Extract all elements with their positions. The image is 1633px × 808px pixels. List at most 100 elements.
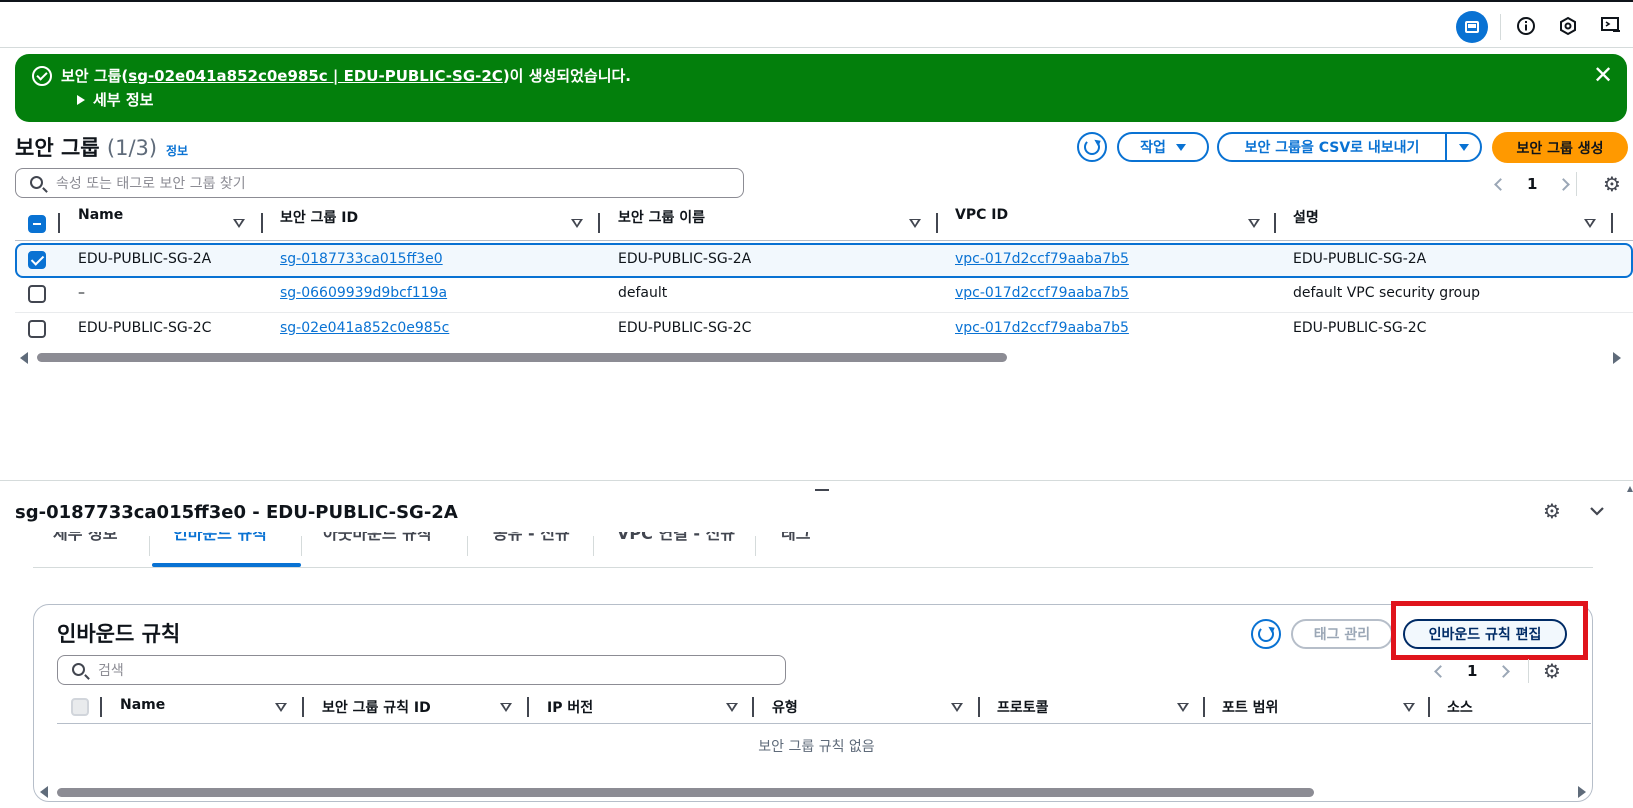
sort-caret-icon[interactable]: [1584, 219, 1596, 229]
flash-details-toggle[interactable]: 세부 정보: [61, 89, 153, 110]
panel-icon[interactable]: [1456, 11, 1488, 43]
flash-message-suffix: )이 생성되었습니다.: [502, 67, 631, 85]
inbound-preferences-gear-icon[interactable]: ⚙: [1542, 661, 1562, 681]
page-title: 보안 그룹 (1/3): [15, 132, 157, 162]
export-dropdown-button[interactable]: [1445, 132, 1482, 162]
inbound-rules-title: 인바운드 규칙: [57, 622, 181, 646]
row-checkbox[interactable]: [28, 285, 46, 303]
info-icon[interactable]: [1512, 12, 1540, 40]
sort-caret-icon[interactable]: [233, 219, 245, 229]
column-header-group-id[interactable]: 보안 그룹 ID: [280, 207, 358, 227]
cell-group-name: EDU-PUBLIC-SG-2A: [618, 251, 752, 267]
caret-down-icon: [1458, 143, 1469, 151]
create-security-group-button[interactable]: 보안 그룹 생성: [1492, 132, 1628, 163]
column-divider[interactable]: [1611, 213, 1613, 233]
column-header-type[interactable]: 유형: [772, 697, 798, 717]
sort-caret-icon[interactable]: [571, 219, 583, 229]
inbound-current-page[interactable]: 1: [1467, 662, 1477, 680]
tab-vpc-association-new[interactable]: VPC 연결 - 신규: [617, 532, 735, 544]
sort-caret-icon[interactable]: [951, 703, 963, 713]
chevron-right-icon[interactable]: [1497, 664, 1511, 678]
column-header-rule-id[interactable]: 보안 그룹 규칙 ID: [322, 697, 431, 717]
column-divider[interactable]: [598, 213, 600, 233]
table-header-border: [15, 240, 1633, 241]
info-link[interactable]: 정보: [166, 142, 188, 159]
page-vertical-scrollbar[interactable]: [1627, 480, 1633, 808]
horizontal-scrollbar-thumb[interactable]: [57, 788, 1314, 797]
horizontal-scrollbar-thumb[interactable]: [37, 353, 1007, 362]
cell-vpc-link[interactable]: vpc-017d2ccf79aaba7b5: [955, 320, 1129, 336]
table-preferences-gear-icon[interactable]: ⚙: [1602, 174, 1622, 194]
tab-details[interactable]: 세부 정보: [53, 532, 117, 544]
chevron-right-icon[interactable]: [1557, 177, 1571, 191]
manage-tags-button[interactable]: 태그 관리: [1291, 619, 1393, 649]
column-header-source[interactable]: 소스: [1447, 697, 1473, 717]
export-csv-button[interactable]: 보안 그룹을 CSV로 내보내기: [1217, 132, 1447, 162]
tab-inbound-rules[interactable]: 인바운드 규칙: [173, 532, 267, 544]
current-page[interactable]: 1: [1527, 175, 1537, 193]
sort-caret-icon[interactable]: [1248, 219, 1260, 229]
column-header-name[interactable]: Name: [78, 207, 123, 223]
cell-description: EDU-PUBLIC-SG-2C: [1293, 320, 1427, 336]
security-group-search-input[interactable]: 속성 또는 태그로 보안 그룹 찾기: [15, 168, 744, 198]
sort-caret-icon[interactable]: [1403, 703, 1415, 713]
inbound-search-input[interactable]: 검색: [57, 655, 786, 685]
selection-count: (1/3): [106, 136, 158, 160]
tab-tags[interactable]: 태그: [781, 532, 810, 544]
refresh-button[interactable]: [1077, 132, 1107, 162]
cloudshell-icon[interactable]: [1597, 12, 1625, 40]
cell-vpc-link[interactable]: vpc-017d2ccf79aaba7b5: [955, 285, 1129, 301]
sort-caret-icon[interactable]: [909, 219, 921, 229]
column-divider[interactable]: [752, 697, 754, 717]
scroll-left-arrow[interactable]: [20, 352, 28, 364]
column-header-protocol[interactable]: 프로토콜: [997, 697, 1049, 717]
toolbar-divider: [1500, 14, 1501, 40]
select-all-checkbox-disabled: [71, 698, 89, 716]
close-icon[interactable]: ✕: [1591, 63, 1615, 88]
column-divider[interactable]: [1428, 697, 1430, 717]
collapse-chevron-icon[interactable]: [1589, 502, 1605, 521]
column-divider[interactable]: [1274, 213, 1276, 233]
column-divider[interactable]: [978, 697, 980, 717]
column-divider[interactable]: [1203, 697, 1205, 717]
chevron-left-icon[interactable]: [1434, 664, 1447, 678]
scroll-up-arrow[interactable]: [1627, 486, 1633, 492]
cell-group-id-link[interactable]: sg-0187733ca015ff3e0: [280, 251, 443, 267]
column-header-group-name[interactable]: 보안 그룹 이름: [618, 207, 705, 227]
scroll-left-arrow[interactable]: [40, 786, 48, 798]
column-divider[interactable]: [302, 697, 304, 717]
chevron-left-icon[interactable]: [1494, 177, 1507, 191]
scroll-right-arrow[interactable]: [1613, 352, 1621, 364]
column-header-ip-version[interactable]: IP 버전: [547, 697, 593, 717]
tab-divider: [301, 536, 302, 556]
column-header-vpc-id[interactable]: VPC ID: [955, 207, 1008, 223]
actions-dropdown[interactable]: 작업: [1117, 132, 1209, 162]
sort-caret-icon[interactable]: [275, 703, 287, 713]
split-panel-gear-icon[interactable]: ⚙: [1542, 501, 1562, 521]
column-divider[interactable]: [936, 213, 938, 233]
column-header-port-range[interactable]: 포트 범위: [1222, 697, 1278, 717]
row-checkbox[interactable]: [28, 251, 46, 269]
tab-outbound-rules[interactable]: 아웃바운드 규칙: [323, 532, 432, 544]
sort-caret-icon[interactable]: [726, 703, 738, 713]
tab-sharing-new[interactable]: 공유 - 신규: [493, 532, 570, 544]
row-checkbox[interactable]: [28, 320, 46, 338]
sort-caret-icon[interactable]: [1177, 703, 1189, 713]
cell-vpc-link[interactable]: vpc-017d2ccf79aaba7b5: [955, 251, 1129, 267]
flash-security-group-link[interactable]: sg-02e041a852c0e985c | EDU-PUBLIC-SG-2C: [128, 67, 503, 85]
caret-down-icon: [1175, 143, 1186, 151]
column-divider[interactable]: [261, 213, 263, 233]
scroll-right-arrow[interactable]: [1578, 786, 1586, 798]
settings-hex-icon[interactable]: [1554, 12, 1582, 40]
inbound-refresh-button[interactable]: [1251, 619, 1281, 649]
resize-handle-icon[interactable]: [815, 489, 829, 491]
column-divider[interactable]: [527, 697, 529, 717]
split-panel-divider[interactable]: [0, 480, 1633, 481]
column-header-description[interactable]: 설명: [1293, 207, 1319, 227]
sort-caret-icon[interactable]: [500, 703, 512, 713]
cell-group-id-link[interactable]: sg-06609939d9bcf119a: [280, 285, 447, 301]
cell-group-id-link[interactable]: sg-02e041a852c0e985c: [280, 320, 449, 336]
column-header-name[interactable]: Name: [120, 697, 165, 713]
cell-description: default VPC security group: [1293, 285, 1480, 301]
select-all-checkbox[interactable]: [28, 215, 46, 233]
